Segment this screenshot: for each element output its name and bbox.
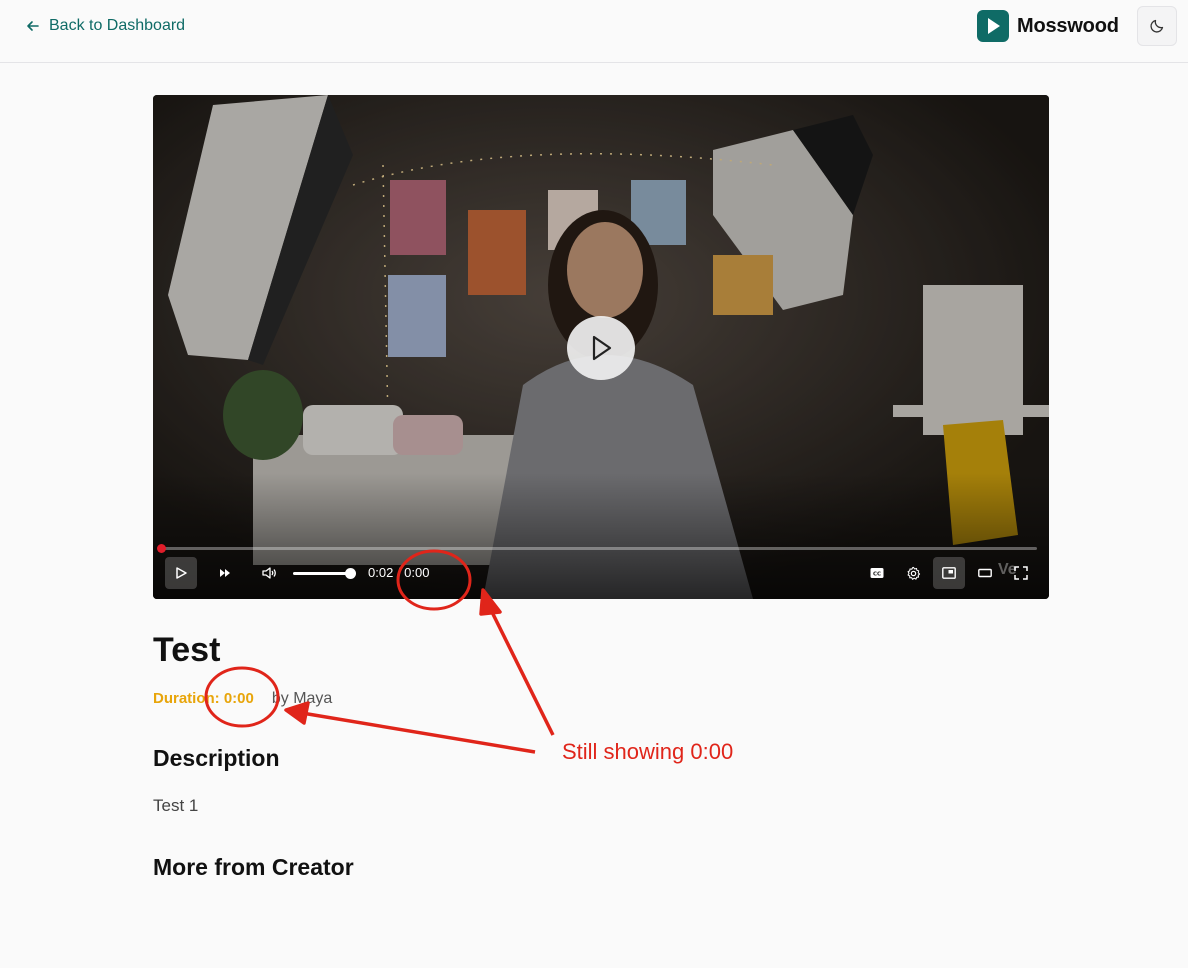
captions-button[interactable]: CC — [861, 557, 893, 589]
picture-in-picture-icon — [942, 567, 956, 579]
play-button[interactable] — [165, 557, 197, 589]
annotation-arrow-up — [479, 588, 555, 736]
progress-handle[interactable] — [157, 544, 166, 553]
brand[interactable]: Mosswood — [977, 10, 1119, 42]
gear-icon — [907, 566, 920, 580]
top-header: Back to Dashboard Mosswood — [0, 0, 1188, 63]
back-to-dashboard-link[interactable]: Back to Dashboard — [26, 16, 185, 36]
volume-handle[interactable] — [345, 568, 356, 579]
creator-byline: by Maya — [271, 690, 333, 707]
theater-mode-button[interactable] — [969, 557, 1001, 589]
fullscreen-button[interactable] — [1005, 557, 1037, 589]
play-logo-icon — [988, 18, 1000, 34]
annotation-arrow-left — [284, 701, 536, 754]
fullscreen-icon — [1014, 566, 1028, 580]
picture-in-picture-button[interactable] — [933, 557, 965, 589]
annotation-note: Still showing 0:00 — [562, 739, 734, 764]
fast-forward-button[interactable] — [209, 557, 241, 589]
video-title: Test — [153, 631, 221, 669]
settings-button[interactable] — [897, 557, 929, 589]
play-icon — [176, 567, 187, 579]
time-display: 0:02 / 0:00 — [368, 565, 430, 580]
video-meta: Duration: 0:00 by Maya — [153, 690, 332, 708]
description-text: Test 1 — [153, 796, 199, 815]
back-link-label: Back to Dashboard — [49, 17, 186, 34]
volume-icon — [262, 567, 276, 579]
theater-mode-icon — [978, 568, 992, 578]
brand-logo — [977, 10, 1009, 42]
player-controls: 0:02 / 0:00 CC — [153, 557, 1049, 591]
fast-forward-icon — [220, 569, 230, 577]
moon-icon — [1150, 19, 1164, 33]
volume-slider[interactable] — [293, 568, 356, 579]
video-player[interactable]: Ve 0:02 / 0:00 CC — [153, 95, 1049, 599]
arrow-left-icon — [27, 21, 39, 31]
description-heading: Description — [153, 745, 280, 771]
duration-label: Duration: 0:00 — [153, 690, 254, 707]
play-icon — [592, 335, 612, 361]
brand-name: Mosswood — [1017, 14, 1119, 37]
more-from-creator-heading: More from Creator — [153, 854, 354, 880]
progress-bar[interactable] — [157, 544, 1037, 553]
theme-toggle-button[interactable] — [1137, 6, 1177, 46]
volume-button[interactable] — [253, 557, 285, 589]
svg-text:CC: CC — [873, 572, 881, 578]
captions-icon: CC — [870, 568, 884, 578]
big-play-button[interactable] — [567, 316, 635, 380]
